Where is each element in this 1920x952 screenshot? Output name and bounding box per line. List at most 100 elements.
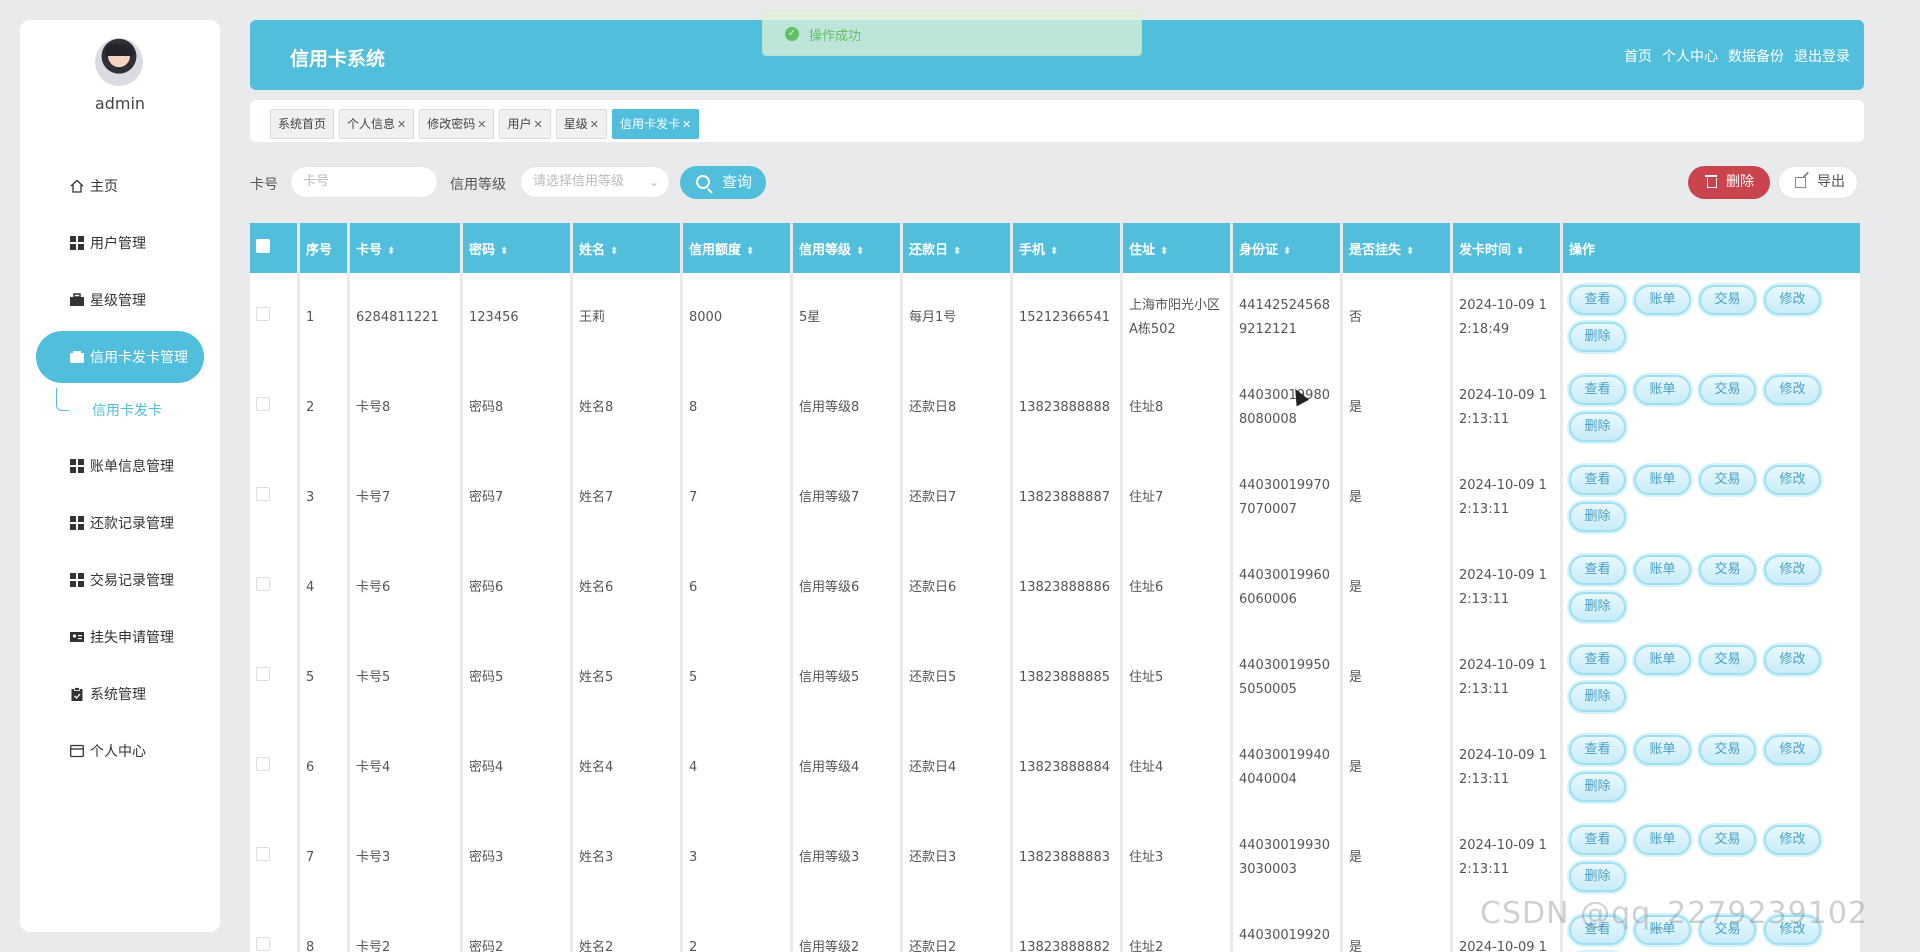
bill-button[interactable]: 账单	[1634, 554, 1691, 585]
transaction-button[interactable]: 交易	[1699, 284, 1756, 315]
column-header[interactable]: 住址 ⬍	[1123, 223, 1233, 273]
sort-icon[interactable]: ⬍	[610, 246, 618, 257]
bill-button[interactable]: 账单	[1634, 824, 1691, 855]
row-checkbox[interactable]	[256, 397, 270, 411]
row-checkbox[interactable]	[256, 757, 270, 771]
row-checkbox[interactable]	[256, 577, 270, 591]
sort-icon[interactable]: ⬍	[1050, 246, 1058, 257]
edit-button[interactable]: 修改	[1764, 554, 1821, 585]
edit-button[interactable]: 修改	[1764, 734, 1821, 765]
transaction-button[interactable]: 交易	[1699, 464, 1756, 495]
export-button[interactable]: 导出	[1778, 166, 1858, 199]
delete-row-button[interactable]: 删除	[1569, 501, 1626, 532]
column-header[interactable]: 姓名 ⬍	[573, 223, 683, 273]
sidebar-item-transactions[interactable]: 交易记录管理	[20, 554, 220, 606]
view-button[interactable]: 查看	[1569, 554, 1626, 585]
edit-button[interactable]: 修改	[1764, 284, 1821, 315]
close-icon[interactable]: ✕	[477, 118, 486, 131]
sort-icon[interactable]: ⬍	[1160, 246, 1168, 257]
delete-row-button[interactable]: 删除	[1569, 321, 1626, 352]
sidebar-item-home[interactable]: 主页	[20, 160, 220, 212]
row-select-cell[interactable]	[250, 813, 300, 903]
bill-button[interactable]: 账单	[1634, 914, 1691, 945]
row-select-cell[interactable]	[250, 453, 300, 543]
transaction-button[interactable]: 交易	[1699, 644, 1756, 675]
row-select-cell[interactable]	[250, 723, 300, 813]
sort-icon[interactable]: ⬍	[953, 246, 961, 257]
sidebar-item-system[interactable]: 系统管理	[20, 668, 220, 720]
transaction-button[interactable]: 交易	[1699, 554, 1756, 585]
row-checkbox[interactable]	[256, 667, 270, 681]
tab-credit-card-issue[interactable]: 信用卡发卡 ✕	[611, 109, 700, 139]
bill-button[interactable]: 账单	[1634, 734, 1691, 765]
column-header[interactable]: 还款日 ⬍	[903, 223, 1013, 273]
transaction-button[interactable]: 交易	[1699, 824, 1756, 855]
delete-row-button[interactable]: 删除	[1569, 861, 1626, 892]
tab-personal-info[interactable]: 个人信息 ✕	[339, 109, 415, 139]
column-header[interactable]: 身份证 ⬍	[1233, 223, 1343, 273]
view-button[interactable]: 查看	[1569, 464, 1626, 495]
edit-button[interactable]: 修改	[1764, 374, 1821, 405]
column-header[interactable]: 信用额度 ⬍	[683, 223, 793, 273]
column-header[interactable]: 发卡时间 ⬍	[1453, 223, 1563, 273]
bill-button[interactable]: 账单	[1634, 464, 1691, 495]
edit-button[interactable]: 修改	[1764, 644, 1821, 675]
sidebar-item-repayments[interactable]: 还款记录管理	[20, 497, 220, 549]
sort-icon[interactable]: ⬍	[856, 246, 864, 257]
delete-row-button[interactable]: 删除	[1569, 591, 1626, 622]
column-header[interactable]: 信用等级 ⬍	[793, 223, 903, 273]
credit-level-select[interactable]: 请选择信用等级 ⌄	[520, 166, 670, 198]
delete-row-button[interactable]: 删除	[1569, 771, 1626, 802]
delete-row-button[interactable]: 删除	[1569, 411, 1626, 442]
column-header[interactable]: 卡号 ⬍	[350, 223, 463, 273]
row-select-cell[interactable]	[250, 273, 300, 363]
card-number-input[interactable]: 卡号	[290, 166, 438, 198]
row-select-cell[interactable]	[250, 543, 300, 633]
sidebar-item-bills[interactable]: 账单信息管理	[20, 440, 220, 492]
header-link-backup[interactable]: 数据备份	[1728, 46, 1784, 66]
sidebar-item-profile[interactable]: 个人中心	[20, 725, 220, 777]
row-checkbox[interactable]	[256, 937, 270, 951]
sidebar-item-loss-reports[interactable]: 挂失申请管理	[20, 611, 220, 663]
sort-icon[interactable]: ⬍	[500, 246, 508, 257]
sort-icon[interactable]: ⬍	[1406, 246, 1414, 257]
view-button[interactable]: 查看	[1569, 644, 1626, 675]
view-button[interactable]: 查看	[1569, 284, 1626, 315]
row-checkbox[interactable]	[256, 847, 270, 861]
avatar[interactable]	[95, 38, 143, 86]
transaction-button[interactable]: 交易	[1699, 734, 1756, 765]
close-icon[interactable]: ✕	[397, 118, 406, 131]
row-select-cell[interactable]	[250, 633, 300, 723]
row-checkbox[interactable]	[256, 487, 270, 501]
view-button[interactable]: 查看	[1569, 914, 1626, 945]
sort-icon[interactable]: ⬍	[1283, 246, 1291, 257]
view-button[interactable]: 查看	[1569, 734, 1626, 765]
row-select-cell[interactable]	[250, 363, 300, 453]
view-button[interactable]: 查看	[1569, 824, 1626, 855]
sidebar-item-users[interactable]: 用户管理	[20, 217, 220, 269]
view-button[interactable]: 查看	[1569, 374, 1626, 405]
delete-row-button[interactable]: 删除	[1569, 681, 1626, 712]
header-link-profile[interactable]: 个人中心	[1662, 46, 1718, 66]
header-link-home[interactable]: 首页	[1624, 46, 1652, 66]
transaction-button[interactable]: 交易	[1699, 914, 1756, 945]
select-all-checkbox[interactable]	[256, 239, 270, 253]
close-icon[interactable]: ✕	[590, 118, 599, 131]
sort-icon[interactable]: ⬍	[746, 246, 754, 257]
transaction-button[interactable]: 交易	[1699, 374, 1756, 405]
sidebar-item-star-level[interactable]: 星级管理	[20, 274, 220, 326]
close-icon[interactable]: ✕	[682, 118, 691, 131]
edit-button[interactable]: 修改	[1764, 824, 1821, 855]
header-link-logout[interactable]: 退出登录	[1794, 46, 1850, 66]
bill-button[interactable]: 账单	[1634, 374, 1691, 405]
sort-icon[interactable]: ⬍	[387, 246, 395, 257]
search-button[interactable]: 查询	[680, 166, 766, 199]
bill-button[interactable]: 账单	[1634, 644, 1691, 675]
submenu-item-credit-card-issue[interactable]: 信用卡发卡	[20, 388, 220, 432]
sort-icon[interactable]: ⬍	[1516, 246, 1524, 257]
delete-button[interactable]: 删除	[1688, 166, 1770, 199]
edit-button[interactable]: 修改	[1764, 464, 1821, 495]
bill-button[interactable]: 账单	[1634, 284, 1691, 315]
column-header[interactable]: 手机 ⬍	[1013, 223, 1123, 273]
tab-star-level[interactable]: 星级 ✕	[555, 109, 607, 139]
